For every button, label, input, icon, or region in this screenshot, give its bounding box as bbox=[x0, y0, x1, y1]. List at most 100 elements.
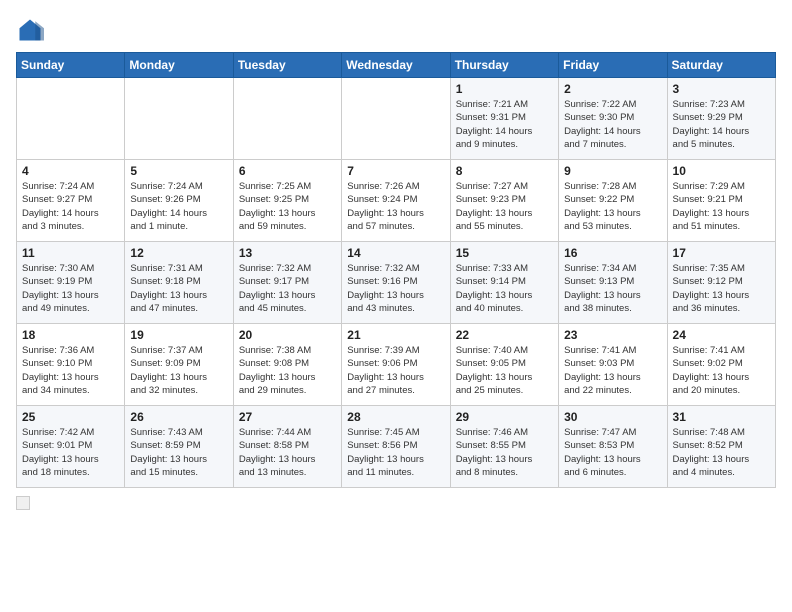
day-info: Sunrise: 7:27 AM Sunset: 9:23 PM Dayligh… bbox=[456, 180, 553, 233]
calendar-header: SundayMondayTuesdayWednesdayThursdayFrid… bbox=[17, 53, 776, 78]
day-info: Sunrise: 7:21 AM Sunset: 9:31 PM Dayligh… bbox=[456, 98, 553, 151]
calendar-cell: 1 Sunrise: 7:21 AM Sunset: 9:31 PM Daylig… bbox=[450, 78, 558, 160]
calendar-cell: 29Sunrise: 7:46 AM Sunset: 8:55 PM Dayli… bbox=[450, 406, 558, 488]
day-number: 2 bbox=[564, 82, 661, 96]
calendar-week-row: 4 Sunrise: 7:24 AM Sunset: 9:27 PM Daylig… bbox=[17, 160, 776, 242]
day-number: 13 bbox=[239, 246, 336, 260]
calendar-cell: 31 Sunrise: 7:48 AM Sunset: 8:52 PM Dayli… bbox=[667, 406, 775, 488]
day-info: Sunrise: 7:24 AM Sunset: 9:27 PM Dayligh… bbox=[22, 180, 119, 233]
day-info: Sunrise: 7:26 AM Sunset: 9:24 PM Dayligh… bbox=[347, 180, 444, 233]
day-number: 8 bbox=[456, 164, 553, 178]
calendar-table: SundayMondayTuesdayWednesdayThursdayFrid… bbox=[16, 52, 776, 488]
day-header-wednesday: Wednesday bbox=[342, 53, 450, 78]
legend-box bbox=[16, 496, 30, 510]
calendar-cell: 3 Sunrise: 7:23 AM Sunset: 9:29 PM Daylig… bbox=[667, 78, 775, 160]
day-number: 22 bbox=[456, 328, 553, 342]
day-info: Sunrise: 7:25 AM Sunset: 9:25 PM Dayligh… bbox=[239, 180, 336, 233]
calendar-cell: 20 Sunrise: 7:38 AM Sunset: 9:08 PM Dayli… bbox=[233, 324, 341, 406]
day-number: 31 bbox=[673, 410, 770, 424]
day-number: 14 bbox=[347, 246, 444, 260]
day-number: 18 bbox=[22, 328, 119, 342]
day-number: 17 bbox=[673, 246, 770, 260]
calendar-week-row: 11 Sunrise: 7:30 AM Sunset: 9:19 PM Dayli… bbox=[17, 242, 776, 324]
day-info: Sunrise: 7:23 AM Sunset: 9:29 PM Dayligh… bbox=[673, 98, 770, 151]
day-info: Sunrise: 7:38 AM Sunset: 9:08 PM Dayligh… bbox=[239, 344, 336, 397]
day-info: Sunrise: 7:46 AM Sunset: 8:55 PM Dayligh… bbox=[456, 426, 553, 479]
day-info: Sunrise: 7:45 AM Sunset: 8:56 PM Dayligh… bbox=[347, 426, 444, 479]
day-number: 12 bbox=[130, 246, 227, 260]
logo-icon bbox=[16, 16, 44, 44]
day-number: 9 bbox=[564, 164, 661, 178]
day-number: 20 bbox=[239, 328, 336, 342]
calendar-cell: 11 Sunrise: 7:30 AM Sunset: 9:19 PM Dayli… bbox=[17, 242, 125, 324]
calendar-cell: 4 Sunrise: 7:24 AM Sunset: 9:27 PM Daylig… bbox=[17, 160, 125, 242]
day-info: Sunrise: 7:35 AM Sunset: 9:12 PM Dayligh… bbox=[673, 262, 770, 315]
day-info: Sunrise: 7:43 AM Sunset: 8:59 PM Dayligh… bbox=[130, 426, 227, 479]
calendar-cell: 22 Sunrise: 7:40 AM Sunset: 9:05 PM Dayli… bbox=[450, 324, 558, 406]
day-info: Sunrise: 7:32 AM Sunset: 9:16 PM Dayligh… bbox=[347, 262, 444, 315]
day-header-friday: Friday bbox=[559, 53, 667, 78]
calendar-cell: 27Sunrise: 7:44 AM Sunset: 8:58 PM Dayli… bbox=[233, 406, 341, 488]
day-number: 16 bbox=[564, 246, 661, 260]
day-number: 24 bbox=[673, 328, 770, 342]
day-number: 4 bbox=[22, 164, 119, 178]
day-number: 7 bbox=[347, 164, 444, 178]
day-number: 11 bbox=[22, 246, 119, 260]
day-info: Sunrise: 7:40 AM Sunset: 9:05 PM Dayligh… bbox=[456, 344, 553, 397]
day-number: 3 bbox=[673, 82, 770, 96]
calendar-cell: 30 Sunrise: 7:47 AM Sunset: 8:53 PM Dayli… bbox=[559, 406, 667, 488]
calendar-cell: 17 Sunrise: 7:35 AM Sunset: 9:12 PM Dayli… bbox=[667, 242, 775, 324]
calendar-cell bbox=[233, 78, 341, 160]
day-number: 23 bbox=[564, 328, 661, 342]
day-info: Sunrise: 7:30 AM Sunset: 9:19 PM Dayligh… bbox=[22, 262, 119, 315]
calendar-week-row: 25Sunrise: 7:42 AM Sunset: 9:01 PM Dayli… bbox=[17, 406, 776, 488]
footer-legend bbox=[16, 496, 776, 510]
day-number: 15 bbox=[456, 246, 553, 260]
day-info: Sunrise: 7:41 AM Sunset: 9:02 PM Dayligh… bbox=[673, 344, 770, 397]
calendar-cell: 18 Sunrise: 7:36 AM Sunset: 9:10 PM Dayli… bbox=[17, 324, 125, 406]
day-info: Sunrise: 7:41 AM Sunset: 9:03 PM Dayligh… bbox=[564, 344, 661, 397]
day-info: Sunrise: 7:28 AM Sunset: 9:22 PM Dayligh… bbox=[564, 180, 661, 233]
day-number: 1 bbox=[456, 82, 553, 96]
day-info: Sunrise: 7:29 AM Sunset: 9:21 PM Dayligh… bbox=[673, 180, 770, 233]
calendar-cell: 9 Sunrise: 7:28 AM Sunset: 9:22 PM Daylig… bbox=[559, 160, 667, 242]
calendar-cell: 26Sunrise: 7:43 AM Sunset: 8:59 PM Dayli… bbox=[125, 406, 233, 488]
calendar-cell: 12 Sunrise: 7:31 AM Sunset: 9:18 PM Dayli… bbox=[125, 242, 233, 324]
calendar-body: 1 Sunrise: 7:21 AM Sunset: 9:31 PM Daylig… bbox=[17, 78, 776, 488]
day-info: Sunrise: 7:24 AM Sunset: 9:26 PM Dayligh… bbox=[130, 180, 227, 233]
day-header-sunday: Sunday bbox=[17, 53, 125, 78]
day-info: Sunrise: 7:37 AM Sunset: 9:09 PM Dayligh… bbox=[130, 344, 227, 397]
day-info: Sunrise: 7:39 AM Sunset: 9:06 PM Dayligh… bbox=[347, 344, 444, 397]
day-info: Sunrise: 7:48 AM Sunset: 8:52 PM Dayligh… bbox=[673, 426, 770, 479]
day-number: 21 bbox=[347, 328, 444, 342]
calendar-cell: 13 Sunrise: 7:32 AM Sunset: 9:17 PM Dayli… bbox=[233, 242, 341, 324]
day-number: 27 bbox=[239, 410, 336, 424]
calendar-cell: 14 Sunrise: 7:32 AM Sunset: 9:16 PM Dayli… bbox=[342, 242, 450, 324]
day-info: Sunrise: 7:31 AM Sunset: 9:18 PM Dayligh… bbox=[130, 262, 227, 315]
day-header-monday: Monday bbox=[125, 53, 233, 78]
day-number: 30 bbox=[564, 410, 661, 424]
logo bbox=[16, 16, 48, 44]
calendar-cell: 2 Sunrise: 7:22 AM Sunset: 9:30 PM Daylig… bbox=[559, 78, 667, 160]
day-info: Sunrise: 7:47 AM Sunset: 8:53 PM Dayligh… bbox=[564, 426, 661, 479]
day-info: Sunrise: 7:22 AM Sunset: 9:30 PM Dayligh… bbox=[564, 98, 661, 151]
calendar-cell: 19Sunrise: 7:37 AM Sunset: 9:09 PM Dayli… bbox=[125, 324, 233, 406]
calendar-cell: 6 Sunrise: 7:25 AM Sunset: 9:25 PM Daylig… bbox=[233, 160, 341, 242]
day-number: 10 bbox=[673, 164, 770, 178]
calendar-cell: 15 Sunrise: 7:33 AM Sunset: 9:14 PM Dayli… bbox=[450, 242, 558, 324]
header bbox=[16, 16, 776, 44]
day-number: 6 bbox=[239, 164, 336, 178]
day-header-thursday: Thursday bbox=[450, 53, 558, 78]
calendar-cell bbox=[342, 78, 450, 160]
calendar-week-row: 18 Sunrise: 7:36 AM Sunset: 9:10 PM Dayli… bbox=[17, 324, 776, 406]
calendar-cell: 10 Sunrise: 7:29 AM Sunset: 9:21 PM Dayli… bbox=[667, 160, 775, 242]
calendar-cell: 8 Sunrise: 7:27 AM Sunset: 9:23 PM Daylig… bbox=[450, 160, 558, 242]
day-info: Sunrise: 7:33 AM Sunset: 9:14 PM Dayligh… bbox=[456, 262, 553, 315]
calendar-cell: 28Sunrise: 7:45 AM Sunset: 8:56 PM Dayli… bbox=[342, 406, 450, 488]
day-header-row: SundayMondayTuesdayWednesdayThursdayFrid… bbox=[17, 53, 776, 78]
day-info: Sunrise: 7:32 AM Sunset: 9:17 PM Dayligh… bbox=[239, 262, 336, 315]
calendar-cell: 21 Sunrise: 7:39 AM Sunset: 9:06 PM Dayli… bbox=[342, 324, 450, 406]
calendar-cell bbox=[125, 78, 233, 160]
day-info: Sunrise: 7:36 AM Sunset: 9:10 PM Dayligh… bbox=[22, 344, 119, 397]
calendar-cell: 16Sunrise: 7:34 AM Sunset: 9:13 PM Dayli… bbox=[559, 242, 667, 324]
